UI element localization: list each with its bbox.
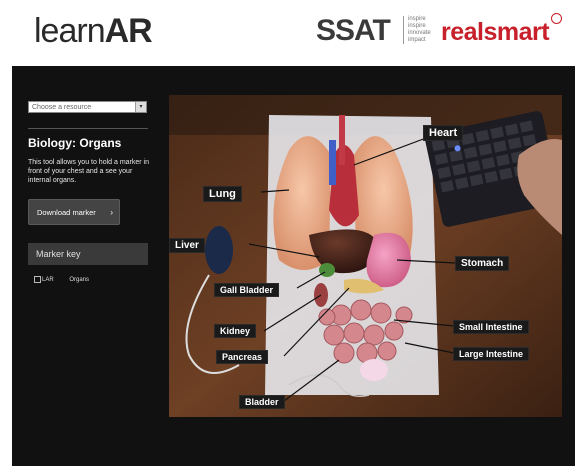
ssat-tagline-line: inspire (408, 16, 426, 22)
marker-key-list: LAR Organs (34, 276, 89, 283)
aorta (339, 115, 345, 165)
label-gall-bladder: Gall Bladder (214, 283, 280, 297)
marker-item-lar: LAR (42, 277, 54, 284)
label-stomach: Stomach (455, 256, 510, 271)
chevron-down-icon[interactable]: ▾ (135, 102, 146, 112)
learnar-logo[interactable]: learnAR (34, 12, 153, 51)
bladder-organ (360, 359, 388, 381)
realsmart-logo[interactable]: realsmart (441, 18, 550, 47)
registered-icon (551, 13, 562, 24)
ar-camera-view[interactable]: Heart Lung Liver Stomach Gall Bladder Ki… (169, 95, 562, 417)
site-header: learnAR SSAT inspire inspire innovate im… (0, 0, 575, 66)
marker-checkbox[interactable] (34, 276, 41, 283)
marker-item-organs: Organs (69, 277, 90, 284)
label-kidney: Kidney (214, 324, 257, 338)
tool-description: This tool allows you to hold a marker in… (28, 159, 149, 184)
mouse (205, 226, 233, 274)
download-marker-button[interactable]: Download marker › (28, 199, 120, 225)
blue-vessel (329, 140, 336, 185)
label-liver: Liver (169, 238, 205, 253)
sidebar-divider (28, 128, 148, 129)
chevron-right-icon: › (110, 208, 113, 217)
ssat-tagline-line: impact (408, 37, 426, 43)
resource-select[interactable]: Choose a resource ▾ (28, 101, 147, 113)
resource-select-value: Choose a resource (32, 104, 92, 111)
ssat-tagline-line: innovate (408, 30, 431, 36)
label-small-intestine: Small Intestine (453, 320, 529, 334)
page-title: Biology: Organs (28, 136, 122, 150)
label-lung: Lung (203, 186, 242, 202)
label-large-intestine: Large Intestine (453, 347, 530, 361)
ssat-tagline: inspire inspire innovate impact (403, 16, 438, 44)
label-bladder: Bladder (239, 395, 285, 409)
logo-text-bold: AR (104, 12, 153, 50)
marker-key-header: Marker key (28, 243, 148, 265)
ssat-tagline-line: inspire (408, 23, 426, 29)
ssat-logo[interactable]: SSAT (316, 14, 391, 48)
label-heart: Heart (423, 125, 464, 141)
download-marker-label: Download marker (37, 208, 96, 217)
label-pancreas: Pancreas (216, 350, 269, 364)
logo-text-light: learn (34, 12, 106, 50)
gall-bladder-organ (319, 263, 335, 277)
